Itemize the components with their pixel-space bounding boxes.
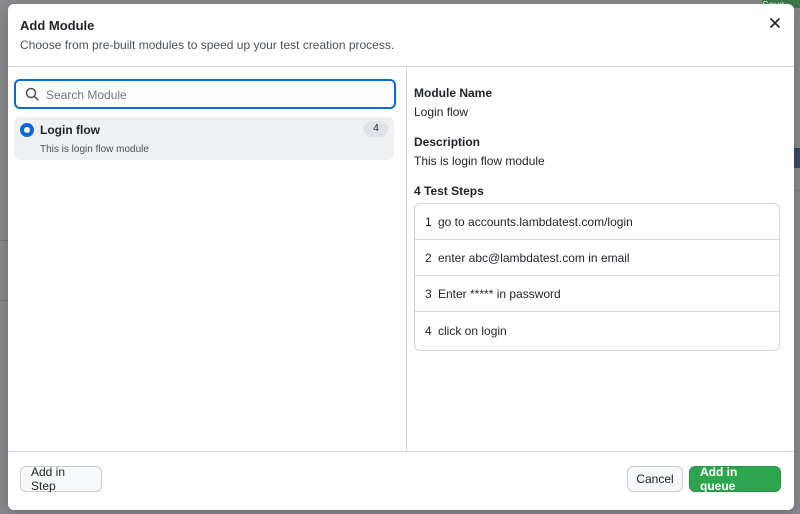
dialog-footer: Add in Step Cancel Add in queue xyxy=(8,451,794,510)
test-step-row: 2 enter abc@lambdatest.com in email xyxy=(415,240,779,276)
step-count-badge: 4 xyxy=(364,121,388,137)
background-divider xyxy=(0,300,8,301)
test-steps-list: 1 go to accounts.lambdatest.com/login 2 … xyxy=(414,203,780,351)
search-field[interactable] xyxy=(14,79,396,109)
module-details-pane: Module Name Login flow Description This … xyxy=(407,67,794,451)
module-name-label: Module Name xyxy=(414,86,493,100)
module-description: This is login flow module xyxy=(40,144,149,155)
close-button[interactable] xyxy=(766,14,784,32)
description-value: This is login flow module xyxy=(414,154,545,168)
step-number: 2 xyxy=(425,250,432,265)
description-label: Description xyxy=(414,135,481,149)
step-text: Enter ***** in password xyxy=(438,286,561,301)
dialog-header: Add Module Choose from pre-built modules… xyxy=(8,4,794,67)
dialog-subtitle: Choose from pre-built modules to speed u… xyxy=(20,38,395,52)
search-input[interactable] xyxy=(44,81,388,109)
background-divider xyxy=(0,240,8,241)
test-step-row: 3 Enter ***** in password xyxy=(415,276,779,312)
add-in-queue-button[interactable]: Add in queue xyxy=(689,465,781,493)
module-name-value: Login flow xyxy=(414,105,469,119)
background-divider xyxy=(794,190,800,191)
step-text: go to accounts.lambdatest.com/login xyxy=(438,214,633,229)
module-item-login-flow[interactable]: Login flow This is login flow module 4 xyxy=(14,117,394,160)
cancel-button[interactable]: Cancel xyxy=(627,466,683,492)
module-list-pane: Login flow This is login flow module 4 xyxy=(8,67,407,451)
test-steps-label: 4 Test Steps xyxy=(414,184,484,198)
add-module-dialog: Add Module Choose from pre-built modules… xyxy=(8,4,794,510)
step-number: 1 xyxy=(425,214,432,229)
dialog-title: Add Module xyxy=(20,18,95,33)
add-in-step-button[interactable]: Add in Step xyxy=(20,465,102,493)
test-step-row: 4 click on login xyxy=(415,312,779,349)
step-text: enter abc@lambdatest.com in email xyxy=(438,250,630,265)
module-radio-selected[interactable] xyxy=(20,123,34,137)
step-text: click on login xyxy=(438,323,507,338)
step-number: 4 xyxy=(425,323,432,338)
close-icon xyxy=(770,18,780,28)
step-number: 3 xyxy=(425,286,432,301)
test-step-row: 1 go to accounts.lambdatest.com/login xyxy=(415,204,779,240)
search-icon xyxy=(25,87,39,101)
module-name: Login flow xyxy=(40,123,100,137)
